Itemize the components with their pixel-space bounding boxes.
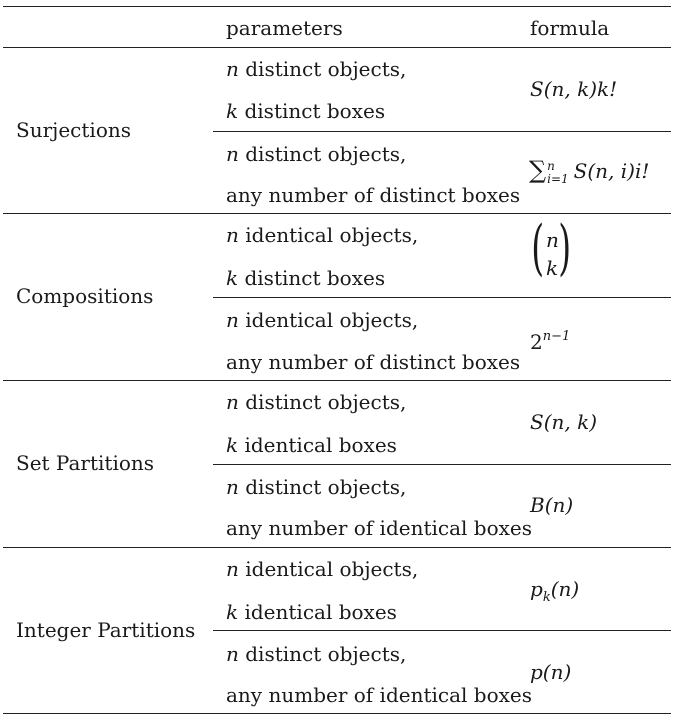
formula-power: 2n−1 (530, 329, 571, 354)
param-line-2: any number of identical boxes (226, 683, 532, 707)
header-rule (3, 47, 671, 48)
header-formula: formula (530, 16, 610, 40)
param-line-1: n distinct objects, (226, 57, 407, 81)
param-line-2: k identical boxes (226, 600, 397, 624)
formula-binomial: ( n k ) (530, 218, 574, 282)
group-label-compositions: Compositions (16, 284, 154, 308)
right-paren: ) (558, 213, 572, 283)
group-label-integer-partitions: Integer Partitions (16, 618, 196, 642)
param-line-1: n identical objects, (226, 557, 419, 581)
param-line-2: k distinct boxes (226, 99, 386, 123)
bottom-rule (3, 713, 671, 714)
binom-top: n (546, 228, 559, 252)
sub-rule-1 (213, 131, 671, 132)
formula-surjection-sum: ∑ n i=1 S(n, i)i! (529, 156, 650, 186)
formula-bell: B(n) (530, 493, 574, 517)
sum-limits: n i=1 (547, 158, 569, 186)
param-line-1: n distinct objects, (226, 390, 407, 414)
param-line-1: n identical objects, (226, 308, 419, 332)
sub-rule-3 (213, 464, 671, 465)
param-line-2: any number of identical boxes (226, 516, 532, 540)
param-line-2: any number of distinct boxes (226, 183, 521, 207)
param-line-1: n distinct objects, (226, 642, 407, 666)
left-paren: ( (531, 213, 545, 283)
param-line-2: k distinct boxes (226, 266, 386, 290)
binom-bottom: k (546, 256, 559, 280)
param-line-1: n distinct objects, (226, 475, 407, 499)
param-line-1: n identical objects, (226, 223, 419, 247)
header-parameters: parameters (226, 16, 343, 40)
param-line-1: n distinct objects, (226, 142, 407, 166)
group-rule-2 (3, 380, 671, 381)
sub-rule-4 (213, 630, 671, 631)
group-rule-3 (3, 547, 671, 548)
group-label-surjections: Surjections (16, 118, 131, 142)
sub-rule-2 (213, 297, 671, 298)
formula-surjection-k: S(n, k)k! (530, 77, 618, 101)
formula-partition: p(n) (530, 660, 572, 684)
sum-symbol: ∑ (529, 156, 547, 184)
formula-partition-k: pk(n) (530, 577, 580, 605)
param-line-2: any number of distinct boxes (226, 350, 521, 374)
formula-stirling: S(n, k) (530, 410, 598, 434)
param-line-2: k identical boxes (226, 433, 397, 457)
group-label-set-partitions: Set Partitions (16, 451, 155, 475)
top-rule (3, 6, 671, 7)
